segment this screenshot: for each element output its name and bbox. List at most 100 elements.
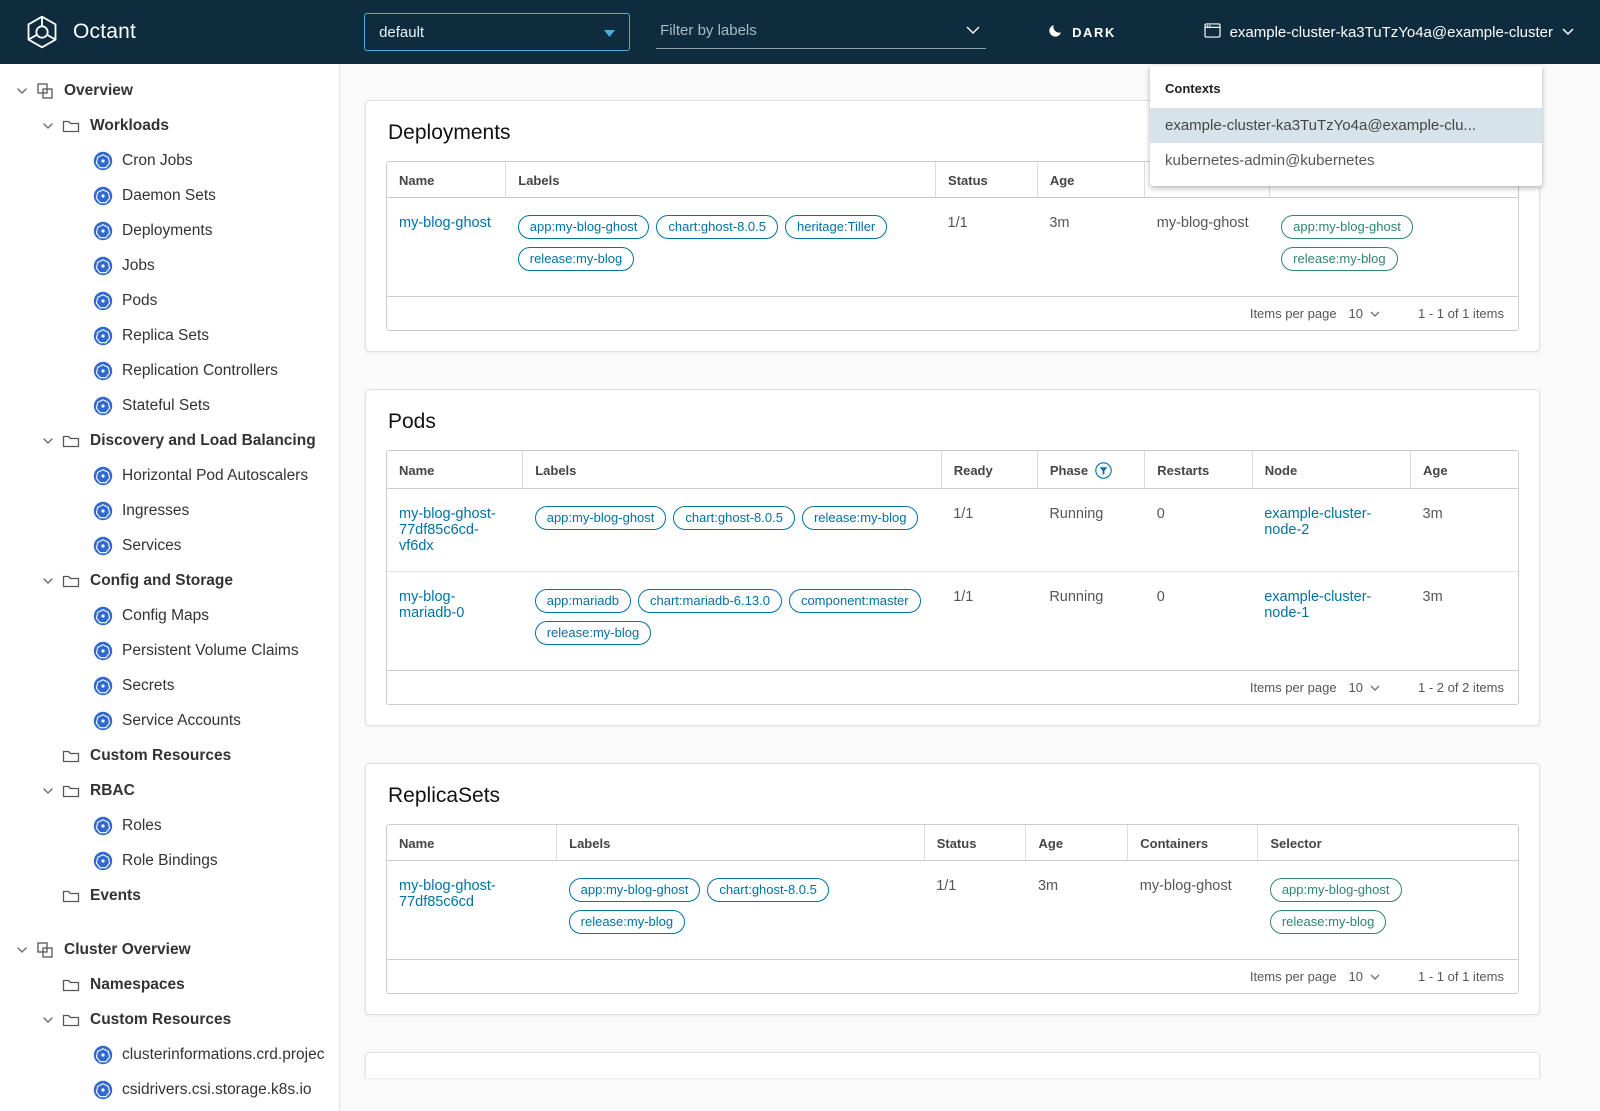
column-header-ready[interactable]: Ready — [941, 451, 1038, 489]
sidebar-item-role-bindings[interactable]: Role Bindings — [0, 843, 339, 878]
sidebar-item-jobs[interactable]: Jobs — [0, 248, 339, 283]
table-cell: 3m — [1037, 198, 1144, 297]
column-header-status[interactable]: Status — [924, 825, 1027, 861]
sidebar-item-rbac[interactable]: RBAC — [0, 773, 339, 808]
objects-icon — [34, 941, 56, 959]
column-header-labels[interactable]: Labels — [522, 451, 942, 489]
label-badge[interactable]: chart:ghost-8.0.5 — [656, 215, 778, 239]
label-badge[interactable]: app:my-blog-ghost — [1281, 215, 1413, 239]
column-header-age[interactable]: Age — [1037, 162, 1146, 198]
sidebar-item-stateful-sets[interactable]: Stateful Sets — [0, 388, 339, 423]
sidebar-item-custom-resources[interactable]: Custom Resources — [0, 1002, 339, 1037]
label-badge[interactable]: app:my-blog-ghost — [568, 878, 701, 902]
column-header-age[interactable]: Age — [1025, 825, 1129, 861]
sidebar-item-namespaces[interactable]: Namespaces — [0, 967, 339, 1002]
sidebar-item-cron-jobs[interactable]: Cron Jobs — [0, 143, 339, 178]
label-badge[interactable]: app:my-blog-ghost — [517, 215, 650, 239]
sidebar-item-service-accounts[interactable]: Service Accounts — [0, 703, 339, 738]
resource-link[interactable]: my-blog-ghost — [399, 215, 491, 231]
items-per-page-select[interactable]: 10 — [1349, 680, 1380, 695]
filter-icon[interactable] — [1095, 462, 1112, 479]
sidebar-item-replica-sets[interactable]: Replica Sets — [0, 318, 339, 353]
column-header-selector[interactable]: Selector — [1257, 825, 1518, 861]
chevron-down-icon[interactable] — [36, 119, 60, 133]
label-badge[interactable]: chart:ghost-8.0.5 — [673, 506, 795, 530]
column-header-name[interactable]: Name — [387, 162, 507, 198]
items-per-page-select[interactable]: 10 — [1349, 969, 1380, 984]
sidebar-item-pods[interactable]: Pods — [0, 283, 339, 318]
label-badge[interactable]: chart:ghost-8.0.5 — [707, 878, 829, 902]
label-badge[interactable]: release:my-blog — [801, 506, 919, 530]
sidebar-item-csidrivers-csi-storage-k8s-io[interactable]: csidrivers.csi.storage.k8s.io — [0, 1072, 339, 1107]
column-header-labels[interactable]: Labels — [505, 162, 937, 198]
label-badge[interactable]: release:my-blog — [1281, 247, 1398, 271]
column-header-status[interactable]: Status — [935, 162, 1038, 198]
resource-link[interactable]: my-blog-ghost-77df85c6cd — [399, 878, 496, 910]
sidebar-item-cluster-overview[interactable]: Cluster Overview — [0, 932, 339, 967]
chevron-down-icon[interactable] — [10, 84, 34, 98]
sidebar-item-events[interactable]: Events — [0, 878, 339, 913]
sidebar-item-discovery-and-load-balancing[interactable]: Discovery and Load Balancing — [0, 423, 339, 458]
column-header-restarts[interactable]: Restarts — [1144, 451, 1253, 489]
table-cell: example-cluster-node-2 — [1252, 489, 1410, 572]
column-header-containers[interactable]: Containers — [1127, 825, 1259, 861]
context-item[interactable]: example-cluster-ka3TuTzYo4a@example-clu.… — [1150, 108, 1542, 143]
column-header-name[interactable]: Name — [387, 825, 558, 861]
label-badge[interactable]: app:my-blog-ghost — [1269, 878, 1402, 902]
sidebar-item-horizontal-pod-autoscalers[interactable]: Horizontal Pod Autoscalers — [0, 458, 339, 493]
sidebar-item-roles[interactable]: Roles — [0, 808, 339, 843]
sidebar-item-deployments[interactable]: Deployments — [0, 213, 339, 248]
sidebar-item-daemon-sets[interactable]: Daemon Sets — [0, 178, 339, 213]
items-per-page-select[interactable]: 10 — [1349, 306, 1380, 321]
label-badge[interactable]: chart:mariadb-6.13.0 — [638, 589, 782, 613]
column-header-name[interactable]: Name — [387, 451, 524, 489]
column-header-node[interactable]: Node — [1252, 451, 1412, 489]
chevron-down-icon[interactable] — [36, 434, 60, 448]
brand[interactable]: Octant — [0, 14, 136, 50]
sidebar-item-workloads[interactable]: Workloads — [0, 108, 339, 143]
chevron-down-icon[interactable] — [36, 1013, 60, 1027]
column-header-phase[interactable]: Phase — [1037, 451, 1146, 489]
chevron-down-icon[interactable] — [10, 943, 34, 957]
resource-icon — [92, 501, 114, 521]
label-badge[interactable]: app:mariadb — [534, 589, 631, 613]
resource-link[interactable]: my-blog-mariadb-0 — [399, 589, 464, 621]
resource-link[interactable]: example-cluster-node-2 — [1264, 506, 1371, 538]
label-badge[interactable]: release:my-blog — [568, 910, 686, 934]
sidebar-item-label: Stateful Sets — [122, 396, 210, 414]
sidebar-item-replication-controllers[interactable]: Replication Controllers — [0, 353, 339, 388]
label-badge[interactable]: heritage:Tiller — [784, 215, 888, 239]
label-badge[interactable]: release:my-blog — [517, 247, 635, 271]
sidebar-item-label: Custom Resources — [90, 1010, 232, 1028]
cell-text: 3m — [1422, 506, 1443, 522]
sidebar-item-clusterinformations-crd-projec[interactable]: clusterinformations.crd.projec — [0, 1037, 339, 1072]
context-item[interactable]: kubernetes-admin@kubernetes — [1150, 143, 1542, 178]
label-badge[interactable]: app:my-blog-ghost — [534, 506, 667, 530]
column-header-labels[interactable]: Labels — [556, 825, 925, 861]
sidebar-item-overview[interactable]: Overview — [0, 73, 339, 108]
sidebar-item-custom-resources[interactable]: Custom Resources — [0, 738, 339, 773]
resource-link[interactable]: example-cluster-node-1 — [1264, 589, 1371, 621]
label-badge[interactable]: release:my-blog — [1269, 910, 1387, 934]
sidebar-item-secrets[interactable]: Secrets — [0, 668, 339, 703]
folder-icon — [60, 783, 82, 799]
resource-link[interactable]: my-blog-ghost-77df85c6cd-vf6dx — [399, 506, 496, 554]
column-header-age[interactable]: Age — [1410, 451, 1518, 489]
chevron-down-icon[interactable] — [36, 784, 60, 798]
sidebar-item-ingresses[interactable]: Ingresses — [0, 493, 339, 528]
sidebar-item-config-and-storage[interactable]: Config and Storage — [0, 563, 339, 598]
label-filter-input[interactable]: Filter by labels — [656, 15, 987, 49]
table-cell: my-blog-ghost-77df85c6cd-vf6dx — [387, 489, 523, 572]
sidebar-item-config-maps[interactable]: Config Maps — [0, 598, 339, 633]
context-selector[interactable]: example-cluster-ka3TuTzYo4a@example-clus… — [1203, 22, 1574, 42]
namespace-select[interactable]: default — [364, 13, 631, 51]
table-cell: Running — [1037, 571, 1145, 670]
sidebar-item-persistent-volume-claims[interactable]: Persistent Volume Claims — [0, 633, 339, 668]
label-badge[interactable]: release:my-blog — [534, 621, 652, 645]
resource-icon — [92, 221, 114, 241]
theme-toggle[interactable]: DARK — [1048, 23, 1116, 41]
chevron-down-icon[interactable] — [36, 574, 60, 588]
cell-text: 1/1 — [953, 589, 974, 605]
label-badge[interactable]: component:master — [788, 589, 921, 613]
sidebar-item-services[interactable]: Services — [0, 528, 339, 563]
